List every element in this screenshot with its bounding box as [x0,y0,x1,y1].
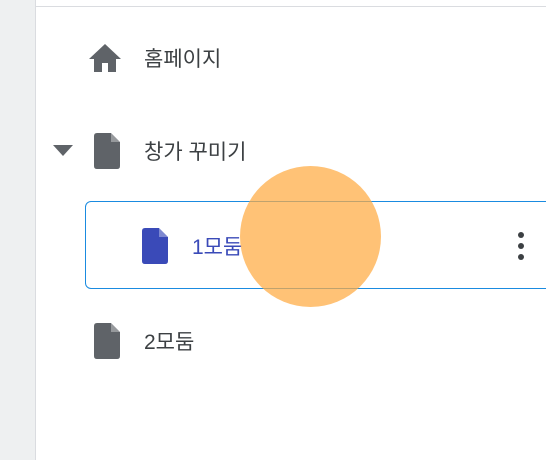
nav-item-home[interactable]: 홈페이지 [86,38,221,78]
page-icon [140,227,170,265]
left-panel-edge [0,0,36,460]
nav-item-page-2-label: 2모둠 [144,331,195,354]
page-icon [92,131,122,171]
page-icon [92,321,122,361]
nav-item-site-label: 창가 꾸미기 [144,141,247,164]
nav-item-page-1-label: 1모둠 [192,236,243,259]
nav-item-page-2[interactable]: 2모둠 [92,321,194,361]
home-icon [86,38,124,78]
collapse-caret-icon[interactable] [52,140,74,160]
nav-item-home-label: 홈페이지 [144,48,222,71]
more-options-icon[interactable] [506,224,536,268]
nav-item-page-1[interactable]: 1모둠 [85,201,546,289]
top-divider [36,6,546,7]
nav-item-site[interactable]: 창가 꾸미기 [92,131,246,171]
